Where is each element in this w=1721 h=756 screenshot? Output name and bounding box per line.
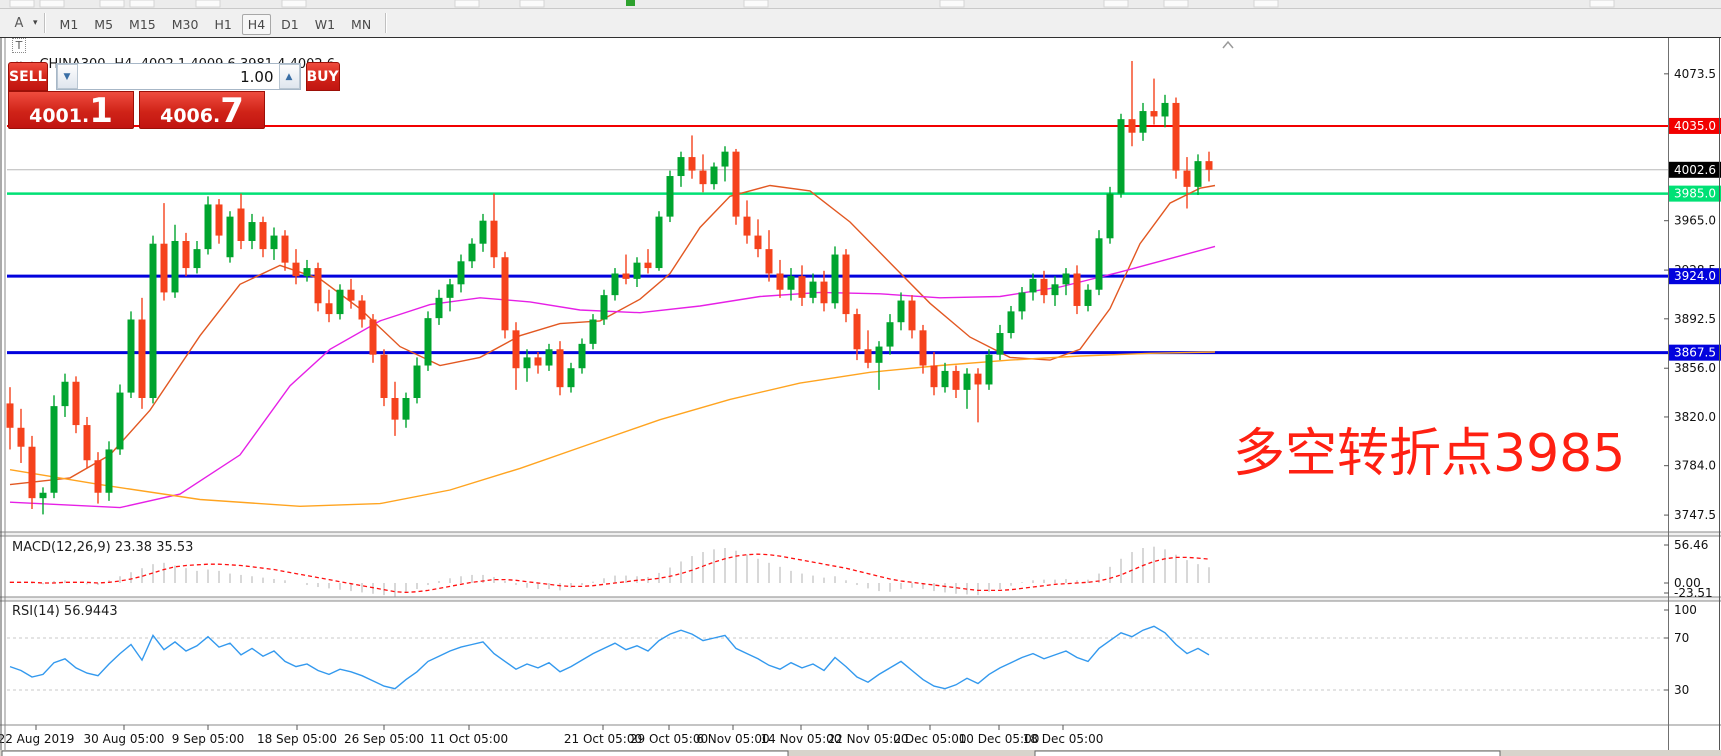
ma-fast	[10, 186, 1215, 485]
svg-text:3856.0: 3856.0	[1674, 361, 1716, 375]
svg-text:3924.0: 3924.0	[1674, 269, 1716, 283]
svg-text:3985.0: 3985.0	[1674, 187, 1716, 201]
sell-price-pip: 1	[89, 92, 113, 130]
svg-text:3965.0: 3965.0	[1674, 214, 1716, 228]
macd-label: MACD(12,26,9) 23.38 35.53	[12, 540, 193, 555]
volume-stepper: ▼ ▲	[56, 63, 301, 90]
buy-price-pip: 7	[220, 92, 244, 130]
date-tick-label: 11 Oct 05:00	[430, 732, 508, 746]
rsi-line	[10, 626, 1209, 688]
date-tick-label: 9 Sep 05:00	[172, 732, 244, 746]
volume-decrease-button[interactable]: ▼	[57, 64, 78, 89]
macd-signal-line	[10, 554, 1209, 592]
svg-text:3784.0: 3784.0	[1674, 459, 1716, 473]
svg-text:3867.5: 3867.5	[1674, 346, 1716, 360]
volume-input[interactable]	[78, 64, 279, 89]
svg-text:70: 70	[1674, 631, 1689, 645]
sell-price-dot: .	[82, 97, 89, 135]
sell-price-main: 4001	[29, 97, 82, 135]
buy-price[interactable]: 4006.7	[139, 91, 265, 129]
svg-text:100: 100	[1674, 603, 1697, 617]
volume-increase-button[interactable]: ▲	[279, 64, 300, 89]
svg-text:4035.0: 4035.0	[1674, 119, 1716, 133]
svg-text:30: 30	[1674, 683, 1689, 697]
date-tick-label: 18 Sep 05:00	[257, 732, 337, 746]
date-tick-label: 2 Dec 05:00	[893, 732, 966, 746]
one-click-trade-panel: SELL ▼ ▲ BUY 4001.1 4006.7	[8, 62, 265, 129]
svg-text:3747.5: 3747.5	[1674, 508, 1716, 522]
date-tick-label: 26 Sep 05:00	[344, 732, 424, 746]
ma-slow	[10, 352, 1215, 506]
rsi-label: RSI(14) 56.9443	[12, 604, 118, 619]
svg-text:56.46: 56.46	[1674, 538, 1708, 552]
svg-text:-23.51: -23.51	[1674, 586, 1713, 600]
date-tick-label: 30 Aug 05:00	[84, 732, 165, 746]
mt4-window: ⫽E▤FAT⇅ ▾ M1M5M15M30H1H4D1W1MN 56.460.00…	[0, 0, 1721, 756]
date-tick-label: 22 Aug 2019	[0, 732, 74, 746]
svg-text:4002.6: 4002.6	[1674, 163, 1716, 177]
sell-button[interactable]: SELL	[8, 62, 48, 91]
sell-price[interactable]: 4001.1	[8, 91, 134, 129]
svg-text:4073.5: 4073.5	[1674, 67, 1716, 81]
date-tick-label: 18 Dec 05:00	[1023, 732, 1104, 746]
buy-price-main: 4006	[160, 97, 213, 135]
date-tick-label: 6 Nov 05:00	[696, 732, 769, 746]
svg-text:3820.0: 3820.0	[1674, 410, 1716, 424]
annotation-text: 多空转折点3985	[1233, 426, 1625, 482]
buy-price-dot: .	[213, 97, 220, 135]
svg-text:3892.5: 3892.5	[1674, 312, 1716, 326]
buy-button[interactable]: BUY	[306, 62, 340, 91]
